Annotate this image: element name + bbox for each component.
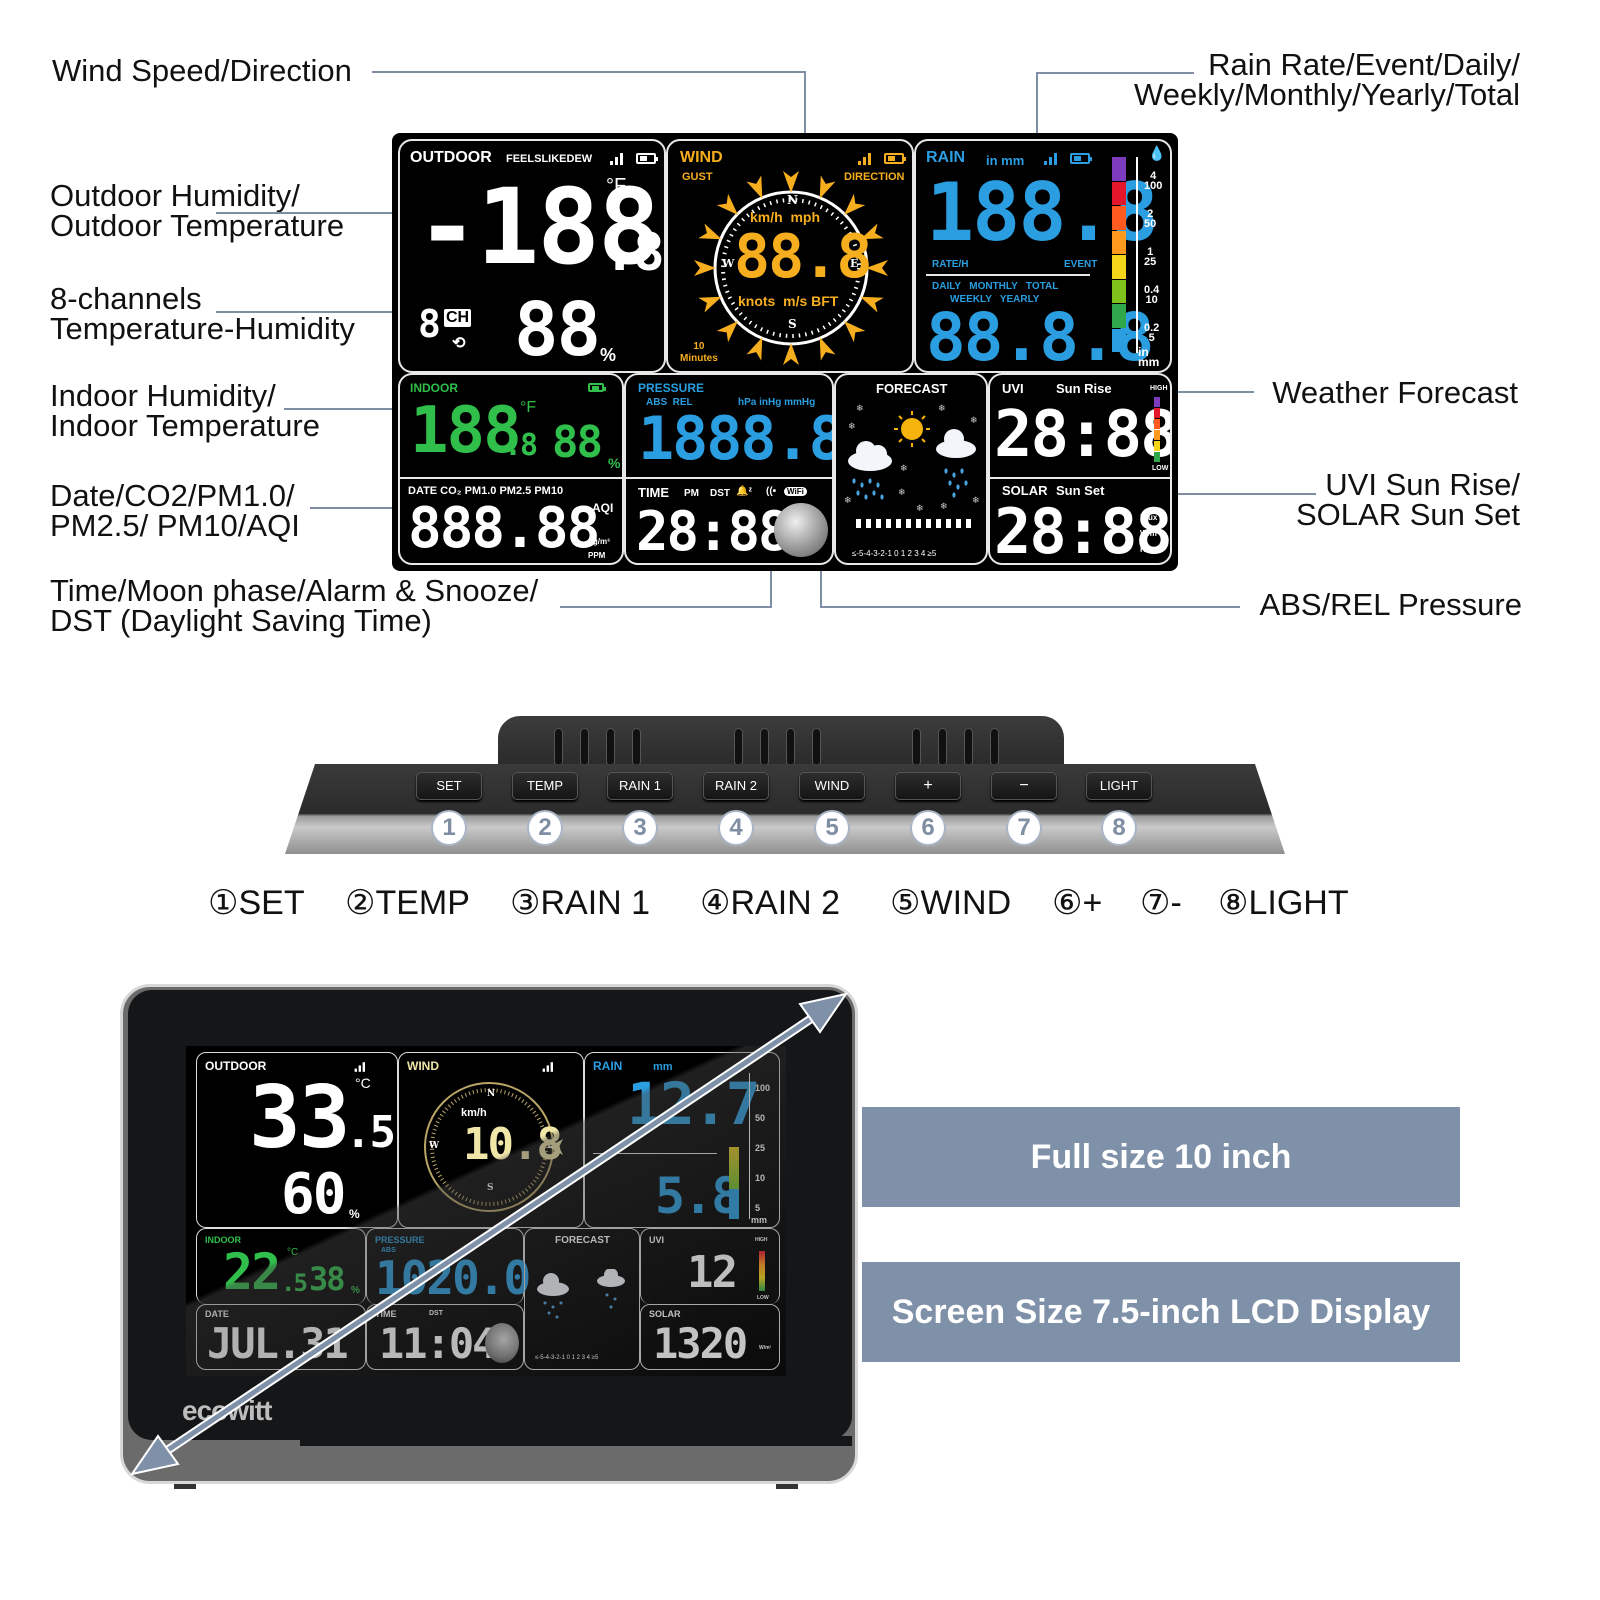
arrow-head-bottom-left xyxy=(129,1434,180,1476)
full-size-info: Full size 10 inch xyxy=(862,1107,1460,1207)
screen-size-info: Screen Size 7.5-inch LCD Display xyxy=(862,1262,1460,1362)
